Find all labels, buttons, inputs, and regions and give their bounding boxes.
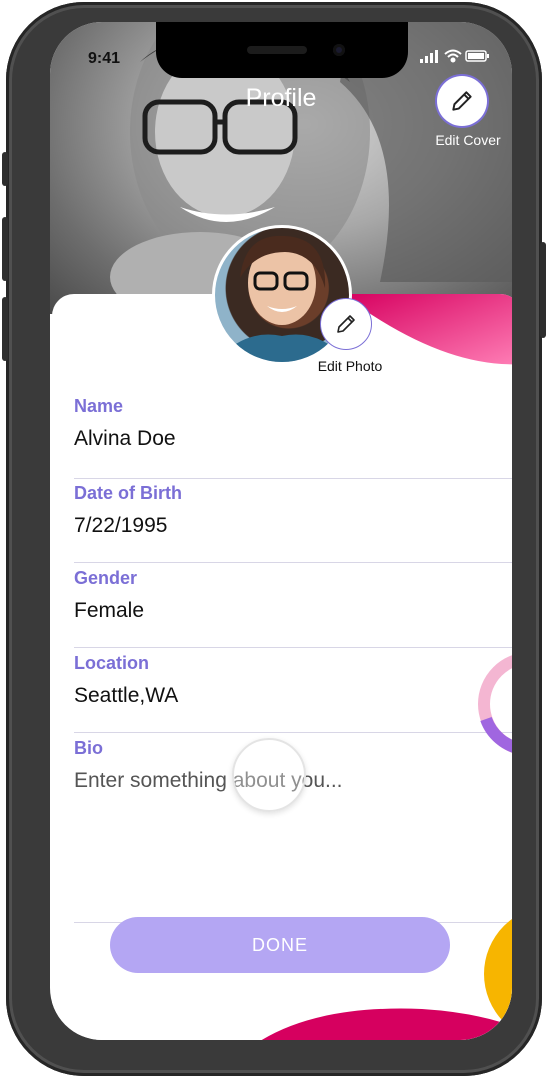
- edit-cover-button[interactable]: [437, 76, 487, 126]
- touch-indicator: [232, 738, 306, 812]
- gender-value[interactable]: Female: [74, 599, 512, 623]
- location-field[interactable]: Location Seattle,WA: [74, 653, 512, 708]
- done-button[interactable]: DONE: [110, 917, 450, 973]
- decorative-ring: [478, 655, 512, 753]
- dob-value[interactable]: 7/22/1995: [74, 514, 512, 538]
- pencil-icon: [452, 91, 472, 111]
- signal-icon: [420, 50, 438, 63]
- wifi-icon: [444, 49, 462, 63]
- phone-frame: 9:41 Profile Edit Cover Name Alvina Doe …: [2, 2, 546, 1076]
- dob-label: Date of Birth: [74, 483, 182, 503]
- edit-photo-label: Edit Photo: [317, 358, 383, 374]
- name-label: Name: [74, 396, 124, 416]
- gender-field[interactable]: Gender Female: [74, 568, 512, 623]
- divider: [74, 478, 512, 479]
- name-field[interactable]: Name Alvina Doe: [74, 396, 512, 451]
- volume-down-button: [2, 297, 8, 361]
- dob-field[interactable]: Date of Birth 7/22/1995: [74, 483, 512, 538]
- location-label: Location: [74, 653, 149, 673]
- name-value[interactable]: Alvina Doe: [74, 427, 512, 451]
- gender-label: Gender: [74, 568, 138, 588]
- power-button: [540, 242, 546, 338]
- volume-up-button: [2, 217, 8, 281]
- screen: 9:41 Profile Edit Cover Name Alvina Doe …: [50, 22, 512, 1040]
- battery-icon: [465, 50, 489, 62]
- speaker: [247, 46, 307, 54]
- mute-switch: [2, 152, 8, 186]
- decorative-bottom-wave: [261, 1008, 512, 1040]
- notch: [156, 22, 408, 78]
- divider: [74, 562, 512, 563]
- front-camera: [333, 44, 345, 56]
- edit-cover-label: Edit Cover: [435, 132, 501, 148]
- divider: [74, 647, 512, 648]
- pencil-icon: [337, 315, 355, 333]
- edit-photo-button[interactable]: [320, 298, 372, 350]
- location-value[interactable]: Seattle,WA: [74, 684, 512, 708]
- status-icons: [420, 48, 490, 68]
- status-time: 9:41: [88, 50, 121, 67]
- divider: [74, 732, 512, 733]
